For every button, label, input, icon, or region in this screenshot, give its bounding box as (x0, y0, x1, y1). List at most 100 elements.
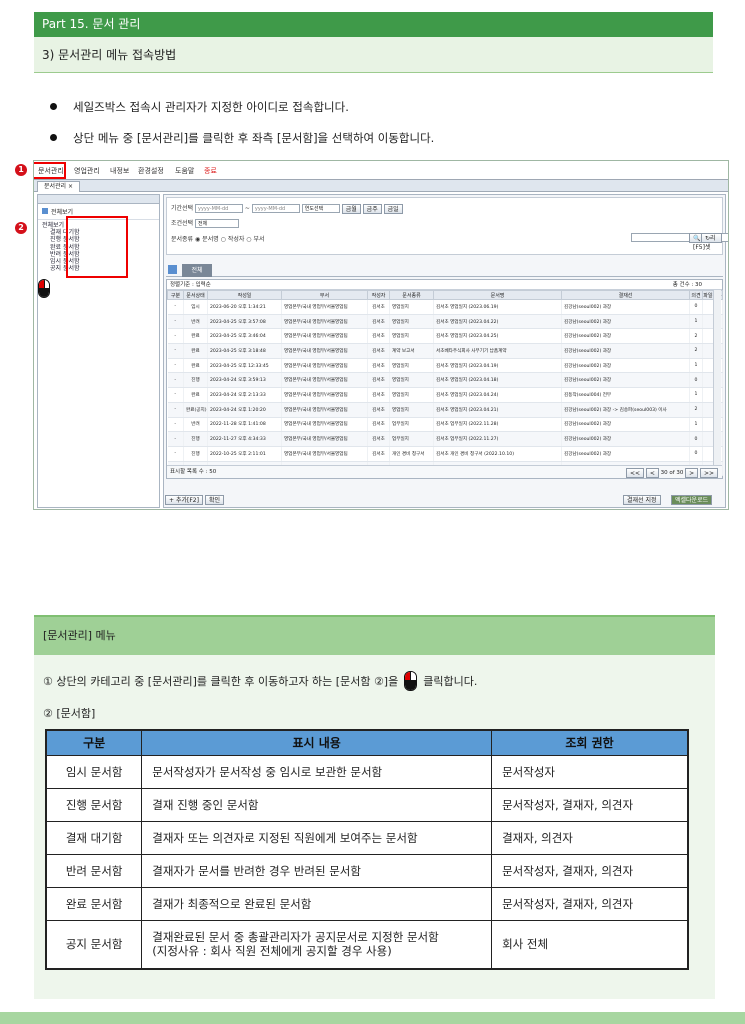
excel-download-button[interactable]: 엑셀다운로드 (671, 495, 713, 505)
tab-bar: 문서관리 × (34, 180, 728, 192)
year-select[interactable]: 연도선택 (301, 204, 340, 213)
table-cell: 2 (689, 328, 703, 345)
table-cell: 김서초 업무일지 (2022.11.28) (433, 417, 562, 433)
bullet-dot-icon (50, 134, 57, 141)
table-cell: 김서초 (367, 358, 390, 374)
table-row[interactable]: - 진행 2022-10-25 오후 2:11:01 영업본부/국내 영업부/서울영업… (167, 446, 723, 462)
menu-my-info[interactable]: 내정보 (110, 166, 129, 176)
col-header-permission: 조회 권한 (491, 729, 689, 756)
table-row[interactable]: - 완료(공지) 2023-04-24 오후 1:20:20 영업본부/국내 영업부/… (167, 402, 723, 418)
bullet-item: 상단 메뉴 중 [문서관리]를 클릭한 후 좌측 [문서함]을 선택하여 이동합… (50, 130, 434, 146)
refresh-grid-icon[interactable] (168, 265, 177, 274)
grid-col-header[interactable]: 작성자 (367, 290, 390, 300)
table-row[interactable]: - 반려 2023-04-25 오후 3:57:08 영업본부/국내 영업부/서울영업… (167, 314, 723, 330)
table-row[interactable]: - 진행 2023-04-24 오후 3:59:13 영업본부/국내 영업부/서울영업… (167, 372, 723, 389)
table-cell: 영업일지 (389, 328, 434, 345)
radio-title[interactable]: ◉ 문서명 (195, 236, 219, 243)
table-cell: 임시 (183, 299, 208, 315)
part-title: Part 15. 문서 관리 (34, 12, 713, 37)
grid-col-header[interactable]: 문서명 (433, 290, 562, 300)
table-cell: - (167, 328, 184, 345)
table-cell: 2023-04-25 오후 12:33:45 (207, 358, 282, 374)
end-date-input[interactable]: yyyy-MM-dd (251, 204, 300, 213)
table-row: 결재 대기함 결재자 또는 의견자로 지정된 직원에게 보여주는 문서함 결재자, … (45, 820, 689, 855)
menu-settings[interactable]: 환경설정 (138, 166, 164, 176)
confirm-button[interactable]: 확인 (205, 495, 225, 505)
grid-col-header[interactable]: 작성일 (207, 290, 282, 300)
table-cell: 반려 (183, 314, 208, 330)
table-row[interactable]: - 완료 2023-04-25 오후 3:18:48 영업본부/국내 영업부/서울영업… (167, 343, 723, 359)
page-size-select[interactable]: 표시할 목록 수 : 50 (170, 469, 216, 475)
table-cell: 김서초 영업일지 (2023.06.19) (433, 299, 562, 315)
highlight-document-menu (34, 162, 66, 179)
reset-button[interactable]: ↻리셋 (701, 233, 722, 251)
table-row[interactable]: - 진행 2022-11-27 오후 4:34:33 영업본부/국내 영업부/서울영업… (167, 431, 723, 447)
table-cell: 영업본부/국내 영업부/서울영업팀 (281, 417, 368, 433)
grid-col-header[interactable]: 의견 (689, 290, 703, 300)
col-header-description: 표시 내용 (141, 729, 493, 756)
table-cell: 0 (689, 431, 703, 447)
table-cell: - (167, 343, 184, 359)
menu-sales-management[interactable]: 영업관리 (74, 166, 100, 176)
mailbox-permission: 문서작성자 (491, 754, 689, 789)
table-cell: 2 (689, 343, 703, 359)
table-cell: 영업본부/국내 영업부/서울영업팀 (281, 431, 368, 447)
condition-select[interactable]: 전체 (195, 219, 240, 228)
table-cell: - (167, 417, 184, 433)
grid-col-header[interactable]: 문서상태 (183, 290, 208, 300)
table-cell: 김서초 영업일지 (2023.04.22) (433, 314, 562, 330)
start-date-input[interactable]: yyyy-MM-dd (195, 204, 244, 213)
table-row[interactable]: - 완료 2023-04-25 오후 3:46:04 영업본부/국내 영업부/서울영업… (167, 328, 723, 345)
approval-line-button[interactable]: 결재선 지정 (623, 495, 661, 505)
table-cell: 영업본부/국내 영업부/서울영업팀 (281, 387, 368, 403)
menu-exit[interactable]: 종료 (204, 166, 217, 176)
highlight-document-tree (66, 216, 128, 278)
search-panel: 기간선택 yyyy-MM-dd ~ yyyy-MM-dd 연도선택 금월 금주 … (166, 197, 728, 255)
mailbox-permission: 회사 전체 (491, 919, 689, 970)
table-cell: 김서초 (367, 328, 390, 345)
mailbox-name: 진행 문서함 (45, 787, 143, 822)
table-cell: 김강남(seoul002) 과장 (561, 343, 690, 359)
grid-col-header[interactable]: 결재선 (561, 290, 690, 300)
table-cell: 김강남(seoul002) 과장 (561, 358, 690, 374)
table-row[interactable]: - 임시 2023-06-20 오후 1:34:21 영업본부/국내 영업부/서울영업… (167, 299, 723, 315)
pager-controls: << < 30 of 30 > >> (626, 467, 718, 479)
grid-scrollbar[interactable] (713, 290, 721, 466)
bottom-toolbar: + 추가[F2] 확인 결재선 지정 엑셀다운로드 (163, 494, 726, 508)
add-button[interactable]: + 추가[F2] (165, 495, 203, 505)
table-row: 진행 문서함 결재 진행 중인 문서함 문서작성자, 결재자, 의견자 (45, 787, 689, 822)
prev-page-button[interactable]: < (645, 467, 659, 478)
table-row[interactable]: - 완료 2023-04-25 오후 12:33:45 영업본부/국내 영업부/서울영… (167, 358, 723, 374)
page-status: 30 of 30 (660, 470, 684, 476)
last-page-button[interactable]: >> (699, 467, 718, 478)
tab-all[interactable]: 전체 (182, 264, 212, 277)
app-screenshot: 문서관리 영업관리 내정보 환경설정 도움말 종료 문서관리 × 전체보기 전체… (33, 160, 729, 510)
this-month-button[interactable]: 금월 (341, 203, 361, 214)
first-page-button[interactable]: << (626, 467, 645, 478)
table-cell: 0 (689, 299, 703, 315)
table-row[interactable]: - 반려 2022-11-28 오후 1:41:08 영업본부/국내 영업부/서울영업… (167, 417, 723, 433)
mailbox-permission: 결재자, 의견자 (491, 820, 689, 855)
table-cell: 완료 (183, 358, 208, 374)
next-page-button[interactable]: > (685, 467, 699, 478)
period-row: 기간선택 yyyy-MM-dd ~ yyyy-MM-dd 연도선택 금월 금주 … (171, 203, 403, 214)
radio-author[interactable]: ○ 작성자 (221, 236, 245, 243)
table-row[interactable]: - 완료 2023-04-24 오후 2:13:33 영업본부/국내 영업부/서울영업… (167, 387, 723, 403)
bullet-dot-icon (50, 103, 57, 110)
table-cell: 1 (689, 314, 703, 330)
table-cell: 계약 보고서 (389, 343, 434, 359)
today-button[interactable]: 금일 (383, 203, 403, 214)
table-cell: 영업일지 (389, 299, 434, 315)
table-cell: 영업본부/국내 영업부/서울영업팀 (281, 328, 368, 345)
tab-document-management[interactable]: 문서관리 × (37, 181, 81, 192)
grid-col-header[interactable]: 구분 (167, 290, 184, 300)
this-week-button[interactable]: 금주 (362, 203, 382, 214)
menu-help[interactable]: 도움말 (175, 166, 194, 176)
radio-department[interactable]: ○ 부서 (246, 236, 264, 243)
grid-col-header[interactable]: 문서종류 (389, 290, 434, 300)
table-cell: 김서초 영업일지 (2023.04.25) (433, 328, 562, 345)
grid-col-header[interactable]: 부서 (281, 290, 368, 300)
table-cell: 영업본부/국내 영업부/서울영업팀 (281, 446, 368, 462)
table-cell: 0 (689, 372, 703, 389)
table-cell: 2022-10-25 오후 2:11:01 (207, 446, 282, 462)
